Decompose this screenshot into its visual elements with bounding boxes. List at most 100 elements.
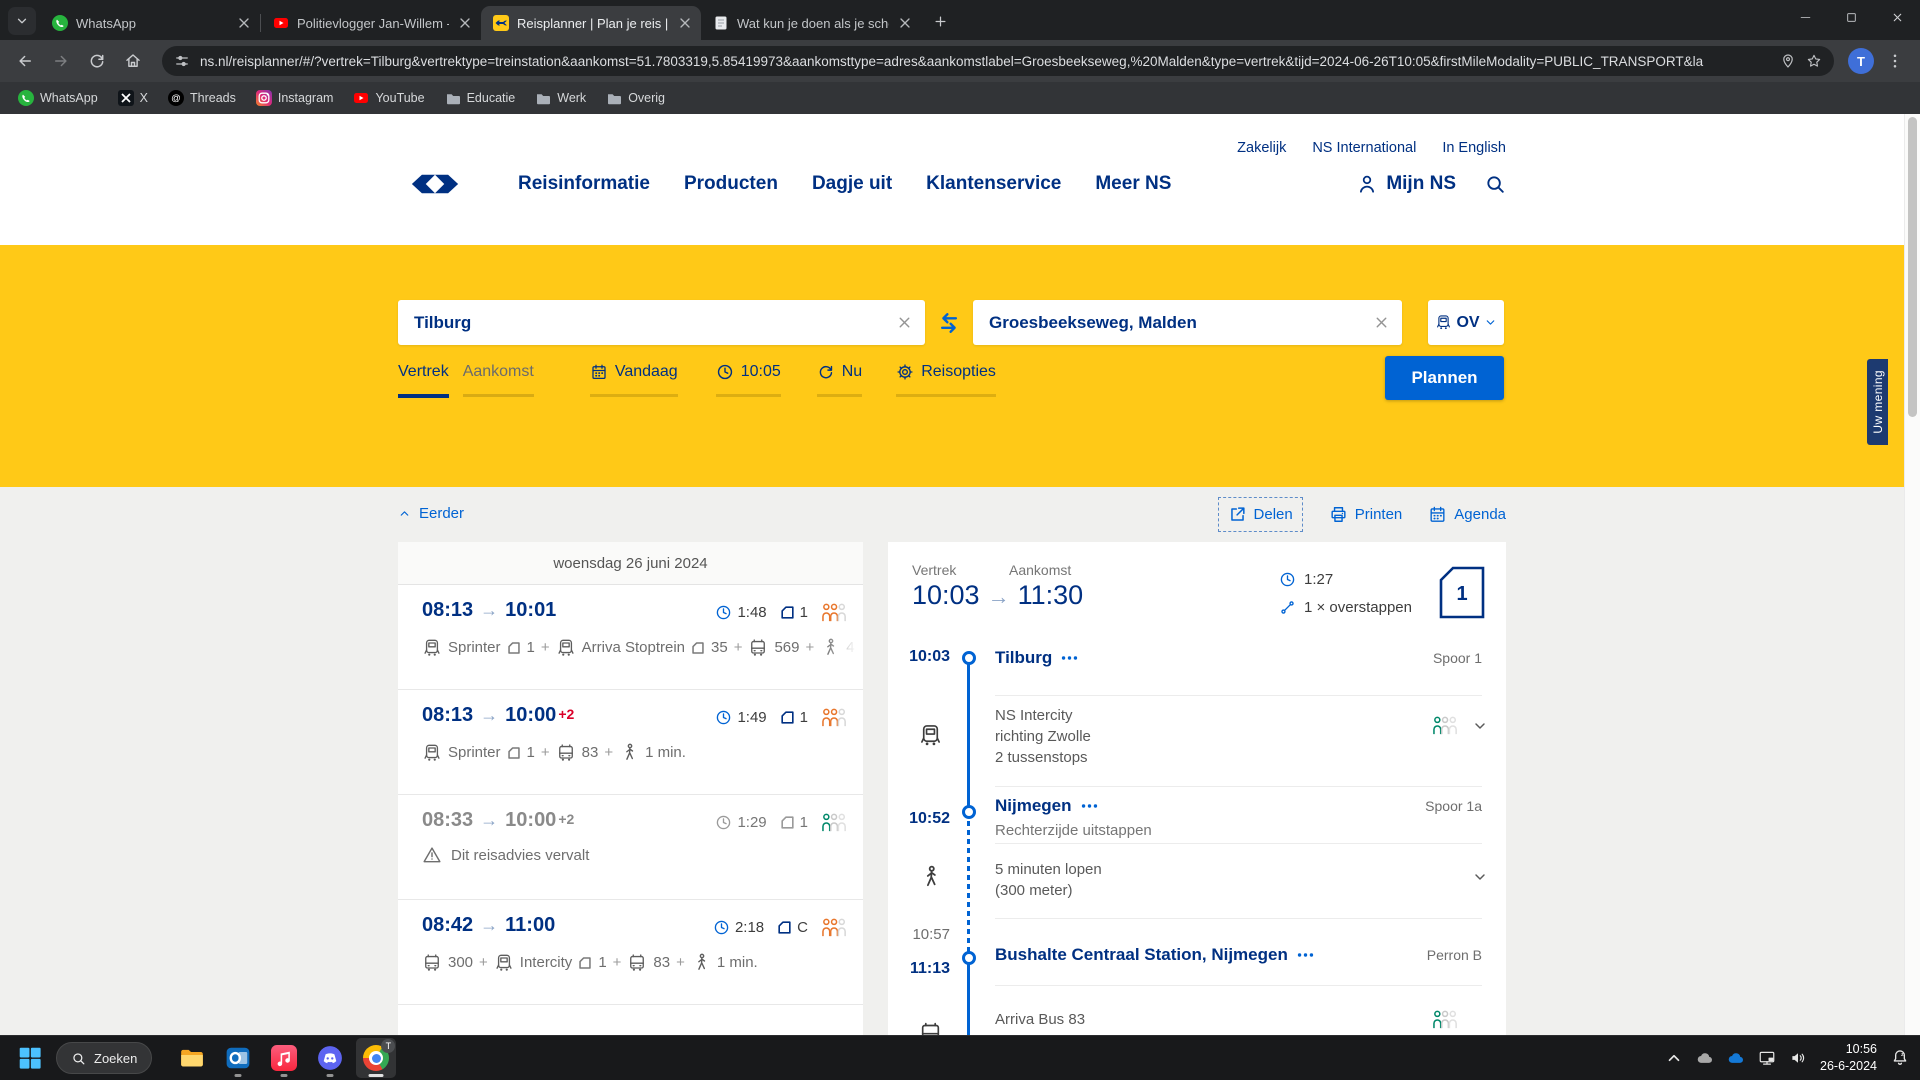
taskbar-search[interactable]: Zoeken bbox=[56, 1042, 152, 1074]
walk-icon bbox=[918, 865, 943, 890]
plan-button[interactable]: Plannen bbox=[1385, 356, 1504, 400]
page-scrollbar[interactable] bbox=[1904, 114, 1920, 1035]
network-icon[interactable] bbox=[1758, 1049, 1776, 1067]
to-input[interactable] bbox=[989, 313, 1362, 333]
site-settings-icon[interactable] bbox=[174, 53, 190, 69]
browser-tab[interactable]: WhatsApp bbox=[40, 6, 260, 40]
timeline-leg[interactable]: NS Intercityrichting Zwolle2 tussenstops bbox=[888, 695, 1506, 786]
taskbar-app-explorer[interactable] bbox=[172, 1038, 212, 1078]
timeline-leg[interactable]: 5 minuten lopen(300 meter) bbox=[888, 843, 1506, 918]
trip-result-row[interactable]: 08:13→10:011:481Sprinter1+Arriva Stoptre… bbox=[398, 585, 863, 690]
notification-bell-icon[interactable]: z bbox=[1890, 1048, 1910, 1068]
maximize-button[interactable] bbox=[1828, 0, 1874, 34]
calendar-icon bbox=[590, 363, 608, 381]
onedrive-icon[interactable] bbox=[1727, 1049, 1745, 1067]
bookmark-item[interactable]: @Threads bbox=[160, 86, 244, 110]
top-link[interactable]: NS International bbox=[1312, 140, 1416, 156]
clear-from-icon[interactable] bbox=[896, 314, 913, 331]
tray-chevron-up-icon[interactable] bbox=[1665, 1049, 1683, 1067]
location-icon[interactable] bbox=[1780, 53, 1796, 69]
mijn-ns-label: Mijn NS bbox=[1386, 173, 1456, 195]
bookmark-item[interactable]: WhatsApp bbox=[10, 86, 106, 110]
back-button[interactable] bbox=[10, 46, 40, 76]
browser-tab[interactable]: Reisplanner | Plan je reis | NS bbox=[481, 6, 701, 40]
calendar-icon bbox=[1428, 505, 1447, 524]
tab-close-icon[interactable] bbox=[897, 15, 913, 31]
clear-to-icon[interactable] bbox=[1373, 314, 1390, 331]
now-button[interactable]: Nu bbox=[817, 363, 862, 397]
nav-link[interactable]: Meer NS bbox=[1095, 173, 1171, 195]
stop-name[interactable]: Bushalte Centraal Station, Nijmegen bbox=[995, 945, 1314, 965]
top-link[interactable]: In English bbox=[1442, 140, 1506, 156]
trip-result-row[interactable]: 08:33→10:00+21:291Dit reisadvies vervalt bbox=[398, 795, 863, 900]
nav-link[interactable]: Klantenservice bbox=[926, 173, 1061, 195]
leg-label: 1 bbox=[598, 954, 606, 971]
top-link[interactable]: Zakelijk bbox=[1237, 140, 1286, 156]
browser-tab[interactable]: Politievlogger Jan-Willem - Yo bbox=[261, 6, 481, 40]
nav-link[interactable]: Reisinformatie bbox=[518, 173, 650, 195]
url-text[interactable]: ns.nl/reisplanner/#/?vertrek=Tilburg&ver… bbox=[200, 54, 1770, 69]
minimize-button[interactable] bbox=[1782, 0, 1828, 34]
more-options-icon[interactable] bbox=[1081, 803, 1098, 809]
feedback-tab[interactable]: Uw mening bbox=[1867, 359, 1888, 445]
modality-select[interactable]: OV bbox=[1428, 300, 1504, 345]
travel-options-button[interactable]: Reisopties bbox=[896, 363, 996, 397]
address-bar[interactable]: ns.nl/reisplanner/#/?vertrek=Tilburg&ver… bbox=[162, 46, 1834, 76]
to-field[interactable] bbox=[973, 300, 1402, 345]
bookmark-star-icon[interactable] bbox=[1806, 53, 1822, 69]
from-input[interactable] bbox=[414, 313, 885, 333]
nav-link[interactable]: Producten bbox=[684, 173, 778, 195]
earlier-button[interactable]: Eerder bbox=[398, 505, 464, 522]
bookmark-item[interactable]: X bbox=[110, 86, 156, 110]
timeline-leg[interactable]: Arriva Bus 83 bbox=[888, 985, 1506, 1035]
forward-button[interactable] bbox=[46, 46, 76, 76]
from-field[interactable] bbox=[398, 300, 925, 345]
delen-button[interactable]: Delen bbox=[1218, 497, 1303, 532]
stop-name[interactable]: Tilburg bbox=[995, 648, 1078, 668]
taskbar-app-music[interactable] bbox=[264, 1038, 304, 1078]
time-picker[interactable]: 10:05 bbox=[716, 363, 781, 397]
printen-button[interactable]: Printen bbox=[1329, 505, 1403, 524]
bookmark-item[interactable]: YouTube bbox=[345, 86, 432, 110]
agenda-button[interactable]: Agenda bbox=[1428, 505, 1506, 524]
scrollbar-thumb[interactable] bbox=[1908, 117, 1917, 417]
taskbar-app-discord[interactable] bbox=[310, 1038, 350, 1078]
browser-menu-button[interactable] bbox=[1880, 46, 1910, 76]
profile-avatar[interactable]: T bbox=[1848, 48, 1874, 74]
speaker-icon[interactable] bbox=[1789, 1049, 1807, 1067]
nav-link[interactable]: Dagje uit bbox=[812, 173, 892, 195]
expand-chevron-icon[interactable] bbox=[1472, 869, 1488, 885]
cloud-icon[interactable] bbox=[1696, 1049, 1714, 1067]
tab-close-icon[interactable] bbox=[457, 15, 473, 31]
expand-chevron-icon[interactable] bbox=[1472, 718, 1488, 734]
tab-search-button[interactable] bbox=[8, 7, 36, 35]
bookmark-item[interactable]: Educatie bbox=[437, 86, 524, 110]
start-button[interactable] bbox=[10, 1038, 50, 1078]
close-button[interactable] bbox=[1874, 0, 1920, 34]
bookmark-item[interactable]: Instagram bbox=[248, 86, 342, 110]
more-options-icon[interactable] bbox=[1061, 655, 1078, 661]
bookmark-item[interactable]: Werk bbox=[527, 86, 594, 110]
tab-close-icon[interactable] bbox=[677, 15, 693, 31]
new-tab-button[interactable] bbox=[927, 8, 953, 34]
taskbar-clock[interactable]: 10:56 26-6-2024 bbox=[1820, 1041, 1877, 1075]
trip-result-row[interactable]: 08:42→11:002:18C300+Intercity1+83+1 min. bbox=[398, 900, 863, 1005]
tab-close-icon[interactable] bbox=[236, 15, 252, 31]
taskbar-app-chrome[interactable]: T bbox=[356, 1038, 396, 1078]
bookmark-item[interactable]: Overig bbox=[598, 86, 673, 110]
more-options-icon[interactable] bbox=[1297, 952, 1314, 958]
tab-aankomst[interactable]: Aankomst bbox=[463, 363, 534, 397]
browser-tab[interactable]: Wat kun je doen als je schoene bbox=[701, 6, 921, 40]
stop-name[interactable]: Nijmegen bbox=[995, 796, 1098, 816]
tab-vertrek[interactable]: Vertrek bbox=[398, 363, 449, 398]
taskbar-app-outlook[interactable] bbox=[218, 1038, 258, 1078]
swap-icon[interactable] bbox=[934, 308, 964, 338]
home-button[interactable] bbox=[118, 46, 148, 76]
ns-logo[interactable] bbox=[398, 170, 472, 198]
search-icon[interactable] bbox=[1484, 173, 1506, 195]
trip-result-row[interactable]: 08:13→10:00+21:491Sprinter1+83+1 min. bbox=[398, 690, 863, 795]
reload-button[interactable] bbox=[82, 46, 112, 76]
mijn-ns-button[interactable]: Mijn NS bbox=[1356, 173, 1456, 195]
date-picker[interactable]: Vandaag bbox=[590, 363, 678, 397]
close-icon bbox=[1891, 11, 1904, 24]
